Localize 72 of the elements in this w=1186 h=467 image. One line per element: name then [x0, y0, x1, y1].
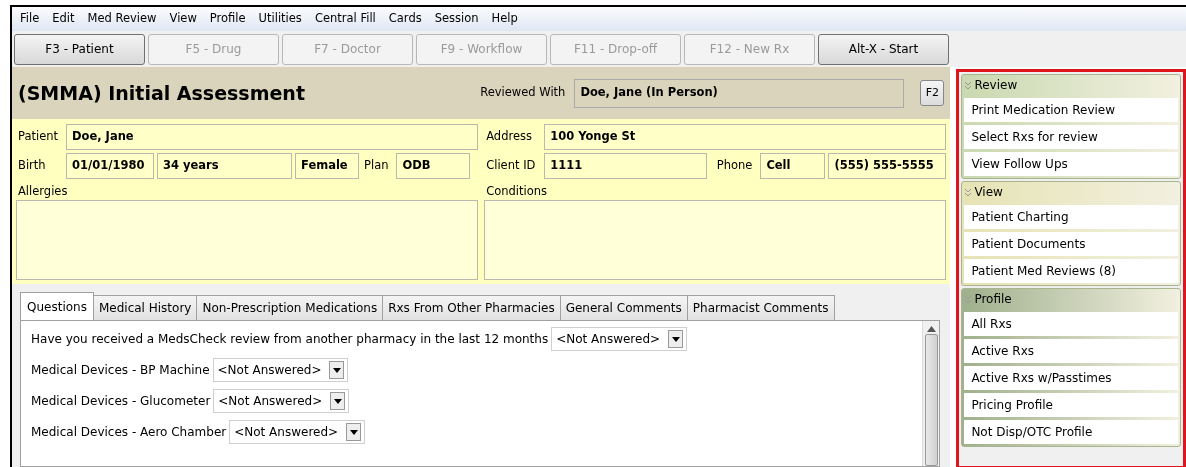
menu-item[interactable]: View — [169, 10, 197, 28]
page-title: (SMMA) Initial Assessment — [18, 80, 305, 106]
field-label: Plan — [363, 156, 390, 174]
text-field[interactable]: 100 Yonge St — [544, 123, 947, 150]
field-label: Conditions — [485, 184, 549, 198]
question-label: Medical Devices - Glucometer — [31, 393, 211, 411]
dropdown[interactable]: <Not Answered> — [229, 420, 366, 445]
menu-item[interactable]: File — [20, 10, 40, 28]
text-field[interactable]: Doe, Jane — [66, 123, 479, 150]
panel-link[interactable]: Patient Documents — [964, 232, 1178, 256]
field-label: Address — [485, 127, 533, 145]
text-field[interactable]: 34 years — [157, 152, 292, 179]
menu-item[interactable]: Profile — [209, 10, 246, 28]
dropdown-arrow-icon — [332, 367, 341, 373]
dropdown[interactable]: <Not Answered> — [212, 358, 349, 383]
field-label: Patient — [17, 127, 60, 145]
panel-link[interactable]: Patient Charting — [964, 205, 1178, 229]
dropdown-arrow-icon — [349, 429, 358, 435]
tab[interactable]: Rxs From Other Pharmacies — [382, 295, 561, 321]
toolbar-button[interactable]: F3 - Patient — [14, 33, 145, 65]
menu-item[interactable]: Utilities — [258, 10, 302, 28]
tab[interactable]: Non-Prescription Medications — [196, 295, 384, 321]
panel-link[interactable]: Active Rxs — [964, 339, 1178, 363]
text-field[interactable]: Cell — [760, 152, 826, 179]
group-title: Profile — [974, 291, 1012, 308]
dropdown[interactable]: <Not Answered> — [213, 389, 350, 414]
allergies-field[interactable] — [16, 200, 479, 281]
group-title: View — [974, 184, 1003, 201]
panel-link[interactable]: Select Rxs for review — [964, 125, 1178, 149]
panel-link[interactable]: Pricing Profile — [964, 393, 1178, 417]
dropdown-arrow-icon — [671, 336, 680, 342]
field-label: Allergies — [17, 184, 69, 198]
field-label: Birth — [17, 156, 47, 174]
dropdown[interactable]: <Not Answered> — [551, 327, 688, 352]
field-label: Phone — [715, 156, 754, 174]
question-label: Medical Devices - BP Machine — [31, 362, 210, 380]
menu-item[interactable]: Central Fill — [314, 10, 376, 28]
toolbar-button[interactable]: Alt-X - Start — [818, 33, 949, 65]
question-label: Medical Devices - Aero Chamber — [31, 424, 227, 442]
chevron-down-icon[interactable] — [964, 80, 973, 90]
tab[interactable]: Pharmacist Comments — [686, 295, 835, 321]
menu-item[interactable]: Edit — [52, 10, 75, 28]
menu-item[interactable]: Session — [434, 10, 479, 28]
text-field[interactable]: 01/01/1980 — [66, 152, 154, 179]
panel-link[interactable]: All Rxs — [964, 312, 1178, 336]
reviewed-with-field[interactable]: Doe, Jane (In Person) — [574, 78, 905, 108]
menu-item[interactable]: Med Review — [87, 10, 157, 28]
menu-item[interactable]: Help — [491, 10, 518, 28]
tab[interactable]: Medical History — [92, 295, 198, 321]
text-field[interactable]: ODB — [396, 152, 471, 179]
text-field[interactable]: 1111 — [544, 152, 708, 179]
text-field[interactable]: Female — [295, 152, 359, 179]
field-label: Client ID — [485, 156, 537, 174]
scrollbar[interactable] — [922, 321, 940, 466]
f2-button[interactable]: F2 — [920, 80, 945, 106]
group-title: Review — [974, 77, 1018, 94]
chevron-down-icon[interactable] — [964, 187, 973, 197]
conditions-field[interactable] — [484, 200, 947, 281]
panel-link[interactable]: View Follow Ups — [964, 152, 1178, 176]
panel-link[interactable]: Print Medication Review — [964, 98, 1178, 122]
question-label: Have you received a MedsCheck review from another pharmacy in the last 12 months — [31, 331, 549, 349]
menu-item[interactable]: Cards — [388, 10, 422, 28]
tab[interactable]: General Comments — [559, 295, 688, 321]
scroll-thumb[interactable] — [924, 334, 938, 466]
panel-link[interactable]: Not Disp/OTC Profile — [964, 420, 1178, 444]
tab[interactable]: Questions — [20, 292, 94, 321]
dropdown-arrow-icon — [333, 398, 342, 404]
chevron-down-icon[interactable] — [964, 294, 973, 304]
text-field[interactable]: (555) 555-5555 — [828, 152, 947, 179]
panel-link[interactable]: Patient Med Reviews (8) — [964, 259, 1178, 283]
field-label: Reviewed With — [479, 84, 567, 102]
panel-link[interactable]: Active Rxs w/Passtimes — [964, 366, 1178, 390]
